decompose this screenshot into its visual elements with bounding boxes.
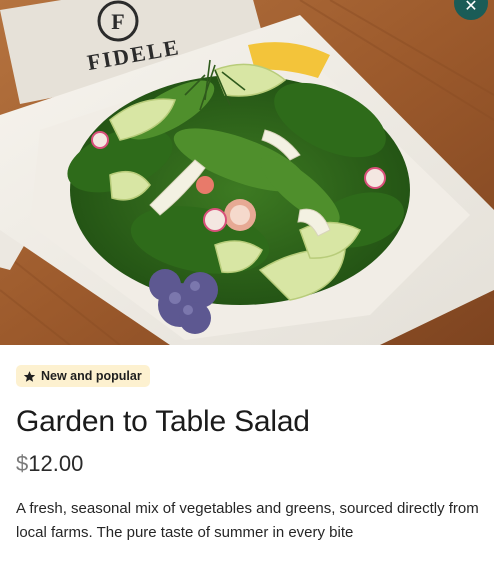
price-currency: $ bbox=[16, 450, 29, 476]
star-icon bbox=[23, 370, 36, 382]
item-title: Garden to Table Salad bbox=[16, 404, 310, 438]
badge-label: New and popular bbox=[41, 369, 142, 383]
item-details: New and popular Garden to Table Salad $1… bbox=[0, 345, 494, 545]
menu-monogram: F bbox=[111, 9, 124, 34]
item-description: A fresh, seasonal mix of vegetables and … bbox=[16, 499, 479, 541]
status-badge: New and popular bbox=[16, 365, 150, 387]
item-price: $12.00 bbox=[16, 451, 478, 477]
price-amount: 12.00 bbox=[28, 450, 84, 476]
food-photo: F FIDELE ✕ bbox=[0, 0, 494, 345]
close-icon: ✕ bbox=[464, 0, 478, 15]
menu-item-card: F FIDELE ✕ New and popular Garden to Tab… bbox=[0, 0, 494, 578]
